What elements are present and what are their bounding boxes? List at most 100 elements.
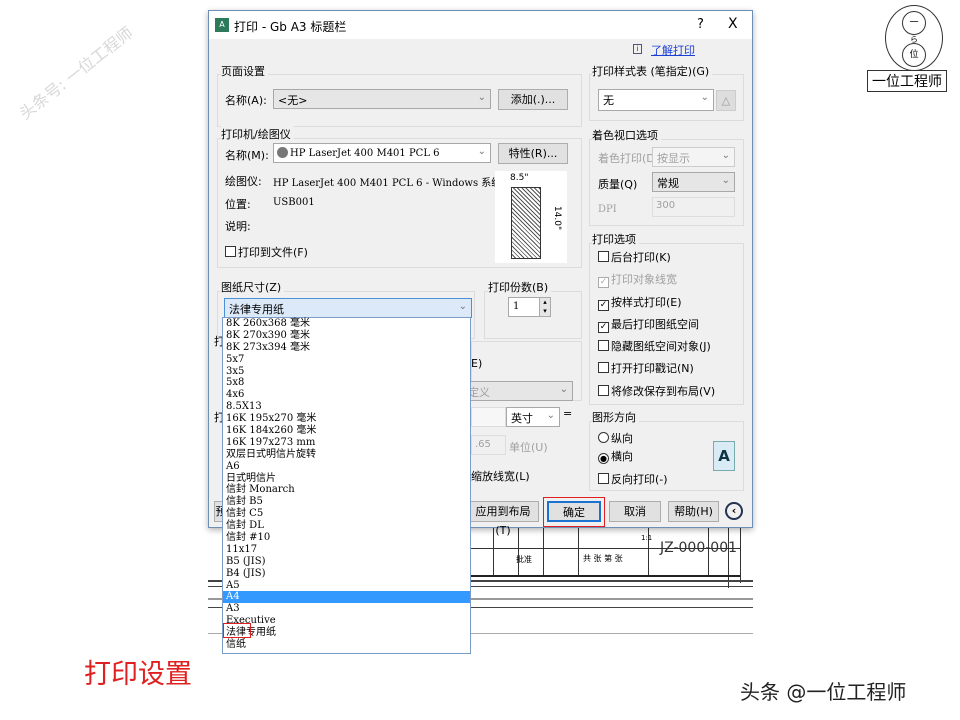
copies-input[interactable]: 1: [508, 297, 540, 317]
plot-option-checkbox[interactable]: 打开打印戳记(N): [598, 360, 715, 382]
paper-size-option[interactable]: 11x17: [223, 544, 470, 556]
selected-value: 英寸: [511, 412, 533, 425]
plot-option-checkbox[interactable]: 隐藏图纸空间对象(J): [598, 338, 715, 360]
what-to-plot-select[interactable]: 定义⌄: [463, 381, 573, 401]
paper-size-option[interactable]: 信封 #10: [223, 532, 470, 544]
plot-style-select[interactable]: 无⌄: [598, 89, 714, 111]
info-icon: i: [633, 44, 642, 54]
selected-value: 法律专用纸: [229, 303, 284, 316]
paper-size-option[interactable]: A6: [223, 461, 470, 473]
checkbox-icon: ✓: [598, 322, 609, 333]
watermark: 头条号: 一位工程师: [13, 20, 137, 124]
copies-spinner[interactable]: ▴▾: [539, 297, 551, 317]
plot-option-label: 按样式打印(E): [611, 296, 682, 309]
plot-option-checkbox[interactable]: ✓按样式打印(E): [598, 294, 715, 316]
help-icon[interactable]: ?: [697, 17, 704, 32]
paper-size-option[interactable]: 5x8: [223, 377, 470, 389]
dialog-title: 打印 - Gb A3 标题栏: [234, 18, 346, 35]
edit-style-icon[interactable]: △: [716, 90, 736, 111]
chevron-down-icon: ⌄: [478, 146, 486, 157]
preview-height: 14.0": [552, 206, 562, 230]
page-setup-name-label: 名称(A):: [225, 92, 267, 108]
apply-to-layout-button[interactable]: 应用到布局(T): [467, 501, 539, 522]
location-value: USB001: [273, 197, 315, 208]
footer-credit: 头条 @一位工程师: [740, 676, 906, 705]
paper-size-select[interactable]: 法律专用纸⌄: [224, 298, 472, 318]
dpi-input[interactable]: 300: [652, 197, 735, 217]
plot-option-checkbox[interactable]: 后台打印(K): [598, 249, 715, 271]
landscape-radio[interactable]: ●横向: [598, 448, 633, 464]
close-icon[interactable]: X: [728, 16, 738, 32]
cad-scale: 1:1: [641, 534, 652, 542]
plot-offset-partial: E): [471, 357, 482, 370]
cancel-button[interactable]: 取消: [609, 501, 661, 522]
ok-button[interactable]: 确定: [547, 501, 601, 522]
plot-option-label: 最后打印图纸空间: [611, 318, 699, 331]
plotter-label: 绘图仪:: [225, 173, 262, 189]
paper-size-option[interactable]: 8.5X13: [223, 401, 470, 413]
page-setup-name-select[interactable]: <无>⌄: [273, 89, 491, 109]
paper-preview: 8.5" 14.0": [495, 171, 567, 263]
print-to-file-label: 打印到文件(F): [238, 246, 308, 259]
logo-bottom: 位: [902, 43, 926, 67]
paper-size-option[interactable]: 8K 260x368 毫米: [223, 318, 470, 330]
quality-select[interactable]: 常规⌄: [652, 172, 735, 192]
paper-size-option[interactable]: 8K 270x390 毫米: [223, 330, 470, 342]
collapse-chevron-icon[interactable]: ‹: [725, 502, 743, 520]
autocad-app-icon: A: [215, 18, 229, 32]
paper-size-option[interactable]: 16K 184x260 毫米: [223, 425, 470, 437]
plot-option-checkbox[interactable]: ✓打印对象线宽: [598, 271, 715, 293]
printer-name-select[interactable]: HP LaserJet 400 M401 PCL 6: [290, 148, 440, 159]
plotter-value: HP LaserJet 400 M401 PCL 6 - Windows 系统驱…: [273, 174, 521, 189]
paper-size-option[interactable]: B5 (JIS): [223, 556, 470, 568]
units-select[interactable]: 英寸⌄: [506, 407, 560, 427]
paper-size-option[interactable]: 16K 195x270 毫米: [223, 413, 470, 425]
copies-label: 打印份数(B): [488, 279, 551, 295]
paper-size-option[interactable]: 信封 C5: [223, 508, 470, 520]
paper-size-option[interactable]: 信封 DL: [223, 520, 470, 532]
location-label: 位置:: [225, 196, 251, 212]
paper-size-option[interactable]: 法律专用纸: [223, 627, 470, 639]
paper-size-option[interactable]: A5: [223, 580, 470, 592]
paper-size-option[interactable]: A3: [223, 603, 470, 615]
plot-option-checkbox[interactable]: 将修改保存到布局(V): [598, 383, 715, 405]
plot-style-table-label: 打印样式表 (笔指定)(G): [592, 63, 712, 79]
properties-button[interactable]: 特性(R)...: [498, 143, 568, 164]
selected-value: 定义: [468, 386, 490, 399]
print-to-file-checkbox[interactable]: 打印到文件(F): [225, 244, 308, 260]
checkbox-icon: ✓: [598, 277, 609, 288]
shaded-options-label: 着色视口选项: [592, 127, 661, 143]
logo-top: 一: [902, 11, 926, 35]
learn-printing-link[interactable]: 了解打印: [651, 42, 695, 58]
checkbox-icon: [598, 340, 609, 351]
paper-size-option[interactable]: 信封 B5: [223, 496, 470, 508]
checkbox-icon: [598, 251, 609, 262]
paper-size-option[interactable]: 4x6: [223, 389, 470, 401]
add-page-setup-button[interactable]: 添加(.)...: [498, 89, 568, 110]
paper-size-option[interactable]: 双层日式明信片旋转: [223, 449, 470, 461]
reverse-plot-checkbox[interactable]: 反向打印(-): [598, 471, 668, 487]
shade-plot-select[interactable]: 按显示⌄: [652, 147, 735, 167]
plot-option-checkbox[interactable]: ✓最后打印图纸空间: [598, 316, 715, 338]
paper-size-option[interactable]: 信纸: [223, 639, 470, 651]
selected-value: 无: [603, 94, 614, 107]
paper-size-option[interactable]: 信封 Monarch: [223, 484, 470, 496]
paper-size-label: 图纸尺寸(Z): [221, 279, 284, 295]
portrait-radio[interactable]: 纵向: [598, 430, 633, 446]
paper-size-option[interactable]: 8K 273x394 毫米: [223, 342, 470, 354]
paper-size-dropdown-list[interactable]: 8K 260x368 毫米8K 270x390 毫米8K 273x394 毫米5…: [222, 317, 471, 654]
paper-size-option[interactable]: 3x5: [223, 366, 470, 378]
paper-size-option[interactable]: Executive: [223, 615, 470, 627]
portrait-label: 纵向: [611, 432, 633, 445]
paper-size-option[interactable]: 16K 197x273 mm: [223, 437, 470, 449]
paper-size-option[interactable]: 日式明信片: [223, 473, 470, 485]
reverse-plot-label: 反向打印(-): [611, 473, 668, 486]
paper-size-option[interactable]: B4 (JIS): [223, 568, 470, 580]
shade-plot-label: 着色打印(D): [598, 150, 659, 166]
scale-value-input[interactable]: .65: [471, 435, 506, 455]
paper-size-option[interactable]: 5x7: [223, 354, 470, 366]
help-button[interactable]: 帮助(H): [668, 501, 719, 522]
printer-icon: [277, 147, 288, 158]
paper-size-option[interactable]: A4: [223, 591, 470, 603]
dpi-label: DPI: [598, 204, 617, 215]
